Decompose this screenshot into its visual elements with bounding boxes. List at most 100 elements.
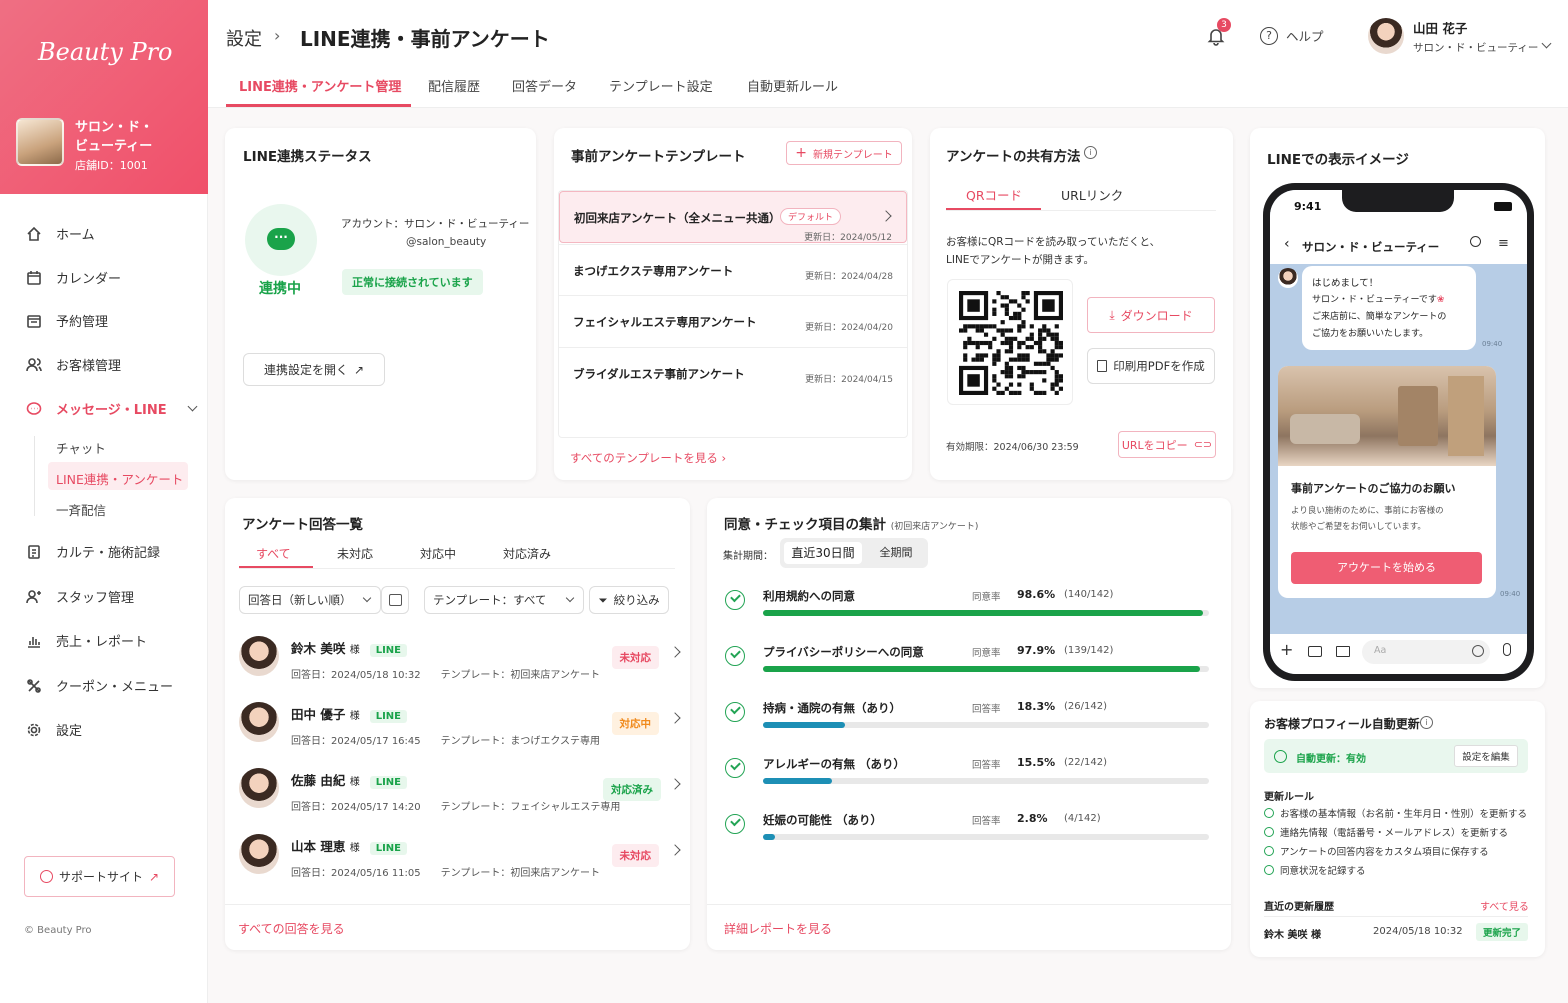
nav-customers[interactable]: お客様管理 — [26, 355, 121, 374]
chevron-right-icon — [880, 210, 892, 222]
filter-done[interactable]: 対応済み — [503, 545, 551, 562]
phone-frame: 9:41 ‹ サロン・ド・ビューティー ≡ はじめまして！ サロン・ド・ビューテ… — [1263, 183, 1534, 681]
subnav-broadcast[interactable]: 一斉配信 — [56, 500, 106, 519]
agreement-label: 妊娠の可能性 （あり） — [763, 813, 883, 827]
support-site-button[interactable]: サポートサイト ↗ — [24, 856, 175, 897]
nav-coupon-menu[interactable]: クーポン・メニュー — [26, 676, 173, 695]
chevron-down-icon — [1541, 38, 1552, 49]
nav-home[interactable]: ホーム — [26, 224, 95, 243]
rate-track — [763, 778, 1209, 784]
notification-button[interactable]: 3 — [1206, 18, 1231, 46]
rate-count: (26/142) — [1064, 701, 1107, 712]
date-picker-button[interactable] — [381, 586, 409, 614]
share-desc-1: お客様にQRコードを読み取っていただくと、 — [946, 236, 1161, 248]
rate-label: 同意率 — [972, 648, 1001, 659]
agreement-item: 妊娠の可能性 （あり） 回答率 2.8% (4/142) — [707, 812, 1209, 868]
customers-icon — [26, 357, 42, 371]
rate-bar — [763, 722, 845, 728]
period-all[interactable]: 全期間 — [867, 542, 925, 564]
tab-template-settings[interactable]: テンプレート設定 — [609, 76, 713, 95]
filter-all[interactable]: すべて — [256, 545, 291, 562]
notification-badge: 3 — [1217, 18, 1231, 32]
filter-unhandled[interactable]: 未対応 — [337, 545, 373, 562]
line-badge: LINE — [369, 644, 408, 657]
nav-chart-record[interactable]: カルテ・施術記録 — [26, 542, 160, 561]
tab-url-link[interactable]: URLリンク — [1061, 185, 1123, 204]
user-avatar — [1368, 18, 1404, 54]
rate-percent: 18.3% — [1017, 700, 1056, 713]
open-line-settings-button[interactable]: 連携設定を開く ↗ — [243, 353, 385, 386]
agreement-card: 同意・チェック項目の集計 (初回来店アンケート) 集計期間： 直近30日間 全期… — [707, 498, 1231, 950]
external-link-icon: ↗ — [148, 869, 160, 884]
tab-qr-code[interactable]: QRコード — [966, 185, 1022, 204]
template-item[interactable]: ブライダルエステ事前アンケート 更新日：2024/04/15 — [559, 347, 907, 399]
menu-icon[interactable]: ≡ — [1498, 236, 1509, 251]
update-rule: お客様の基本情報（お名前・生年月日・性別）を更新する — [1264, 806, 1527, 820]
nav-calendar[interactable]: カレンダー — [26, 268, 121, 287]
check-circle-icon — [1264, 865, 1274, 875]
tab-answer-data[interactable]: 回答データ — [512, 76, 577, 95]
copy-url-button[interactable]: URLをコピー ⊂⊃ — [1118, 431, 1216, 458]
edit-settings-button[interactable]: 設定を編集 — [1454, 745, 1518, 767]
search-icon[interactable] — [1470, 236, 1481, 247]
share-desc-2: LINEでアンケートが開きます。 — [946, 254, 1094, 266]
tab-line-survey[interactable]: LINE連携・アンケート管理 — [239, 76, 401, 95]
help-button[interactable]: ? ヘルプ — [1260, 26, 1324, 45]
status-badge: 対応中 — [611, 712, 659, 735]
template-item-default[interactable]: 初回来店アンケート（全メニュー共通） デフォルト 更新日：2024/05/12 — [559, 191, 907, 243]
subnav-line-survey[interactable]: LINE連携・アンケート — [56, 469, 183, 488]
rate-bar — [763, 666, 1200, 672]
nav-staff[interactable]: スタッフ管理 — [26, 587, 134, 606]
calendar-icon — [27, 270, 41, 285]
update-rule: アンケートの回答内容をカスタム項目に保存する — [1264, 844, 1489, 858]
template-item[interactable]: まつげエクステ専用アンケート 更新日：2024/04/28 — [559, 244, 907, 296]
breadcrumb-settings[interactable]: 設定 — [226, 25, 262, 51]
start-survey-button[interactable]: アウケートを始める — [1291, 552, 1482, 584]
see-all-history-link[interactable]: すべて見る — [1480, 898, 1529, 913]
template-filter-select[interactable]: テンプレート：すべて — [424, 586, 584, 614]
print-pdf-button[interactable]: 印刷用PDFを作成 — [1087, 348, 1215, 384]
see-all-templates-link[interactable]: すべてのテンプレートを見る › — [570, 450, 726, 466]
emoji-icon[interactable] — [1472, 645, 1484, 657]
gear-icon — [27, 723, 41, 736]
rate-percent: 15.5% — [1017, 756, 1056, 769]
answer-row[interactable]: 田中 優子 様 LINE 回答日：2024/05/17 16:45 テンプレート：… — [239, 702, 689, 768]
bar-chart-icon — [28, 636, 40, 648]
tab-auto-update-rules[interactable]: 自動更新ルール — [747, 76, 838, 95]
template-item[interactable]: フェイシャルエステ専用アンケート 更新日：2024/04/20 — [559, 295, 907, 347]
download-button[interactable]: ⤓ ダウンロード — [1087, 297, 1215, 333]
new-template-button[interactable]: + 新規テンプレート — [786, 141, 902, 165]
period-30-days[interactable]: 直近30日間 — [784, 542, 862, 564]
back-icon[interactable]: ‹ — [1284, 236, 1290, 252]
mic-icon[interactable] — [1503, 643, 1511, 656]
sort-select[interactable]: 回答日（新しい順） — [239, 586, 381, 614]
help-icon: ? — [1260, 26, 1278, 45]
user-salon: サロン・ド・ビューティー — [1413, 42, 1539, 54]
image-icon[interactable] — [1336, 646, 1350, 657]
nav-settings[interactable]: 設定 — [26, 720, 82, 739]
tab-delivery-history[interactable]: 配信履歴 — [428, 76, 480, 95]
answer-row[interactable]: 佐藤 由紀 様 LINE 回答日：2024/05/17 14:20 テンプレート：… — [239, 768, 689, 834]
detail-report-link[interactable]: 詳細レポートを見る — [724, 920, 832, 937]
subnav-chat[interactable]: チャット — [56, 438, 106, 457]
answers-footer-divider — [225, 904, 690, 905]
check-circle-icon — [725, 702, 745, 722]
nav-message-line[interactable]: メッセージ・LINE — [26, 399, 198, 418]
narrow-filter-button[interactable]: ⏷ 絞り込み — [589, 586, 669, 614]
camera-icon[interactable] — [1308, 646, 1322, 657]
nav-reservation[interactable]: 予約管理 — [26, 311, 108, 330]
answer-row[interactable]: 鈴木 美咲 様 LINE 回答日：2024/05/18 10:32 テンプレート：… — [239, 636, 689, 702]
chat-avatar — [1278, 268, 1298, 288]
document-icon — [1097, 360, 1108, 372]
filter-in-progress[interactable]: 対応中 — [420, 545, 456, 562]
rate-count: (140/142) — [1064, 589, 1114, 600]
see-all-answers-link[interactable]: すべての回答を見る — [238, 920, 345, 937]
user-menu[interactable]: 山田 花子 サロン・ド・ビューティー — [1368, 18, 1558, 54]
rate-bar — [763, 778, 833, 784]
chat-input[interactable]: Aa — [1362, 640, 1490, 664]
answer-row[interactable]: 山本 理恵 様 LINE 回答日：2024/05/16 11:05 テンプレート：… — [239, 834, 689, 900]
profile-title: お客様プロフィール自動更新 — [1264, 717, 1420, 731]
filter-icon: ⏷ — [598, 592, 608, 607]
nav-sales-report[interactable]: 売上・レポート — [26, 631, 147, 650]
plus-icon[interactable]: + — [1280, 640, 1293, 659]
